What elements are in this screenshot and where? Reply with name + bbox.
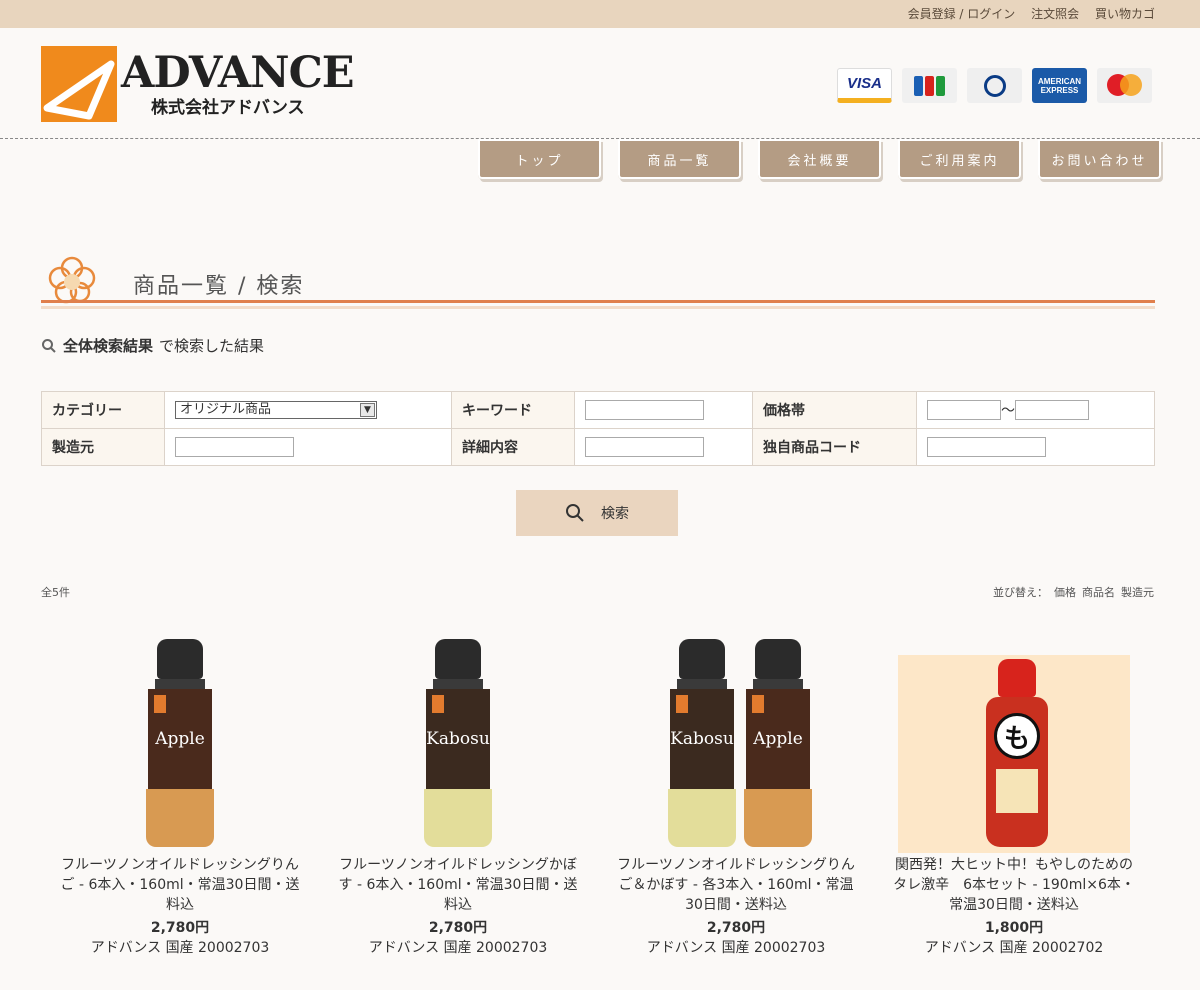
link-separator: / <box>959 7 964 21</box>
title-rule-light <box>41 306 1155 309</box>
result-count: 全5件 <box>41 586 70 599</box>
search-form: カテゴリー オリジナル商品 ▼ キーワード 価格帯 ～ 製造元 詳細内容 独自商… <box>41 391 1155 466</box>
amex-card-icon: AMERICAN EXPRESS <box>1032 68 1087 103</box>
nav-guide[interactable]: ご利用案内 <box>898 139 1021 179</box>
product-image-apple[interactable]: Apple <box>64 625 296 853</box>
product-meta: アドバンス 国産 20002703 <box>646 940 826 956</box>
product-name[interactable]: フルーツノンオイルドレッシングりんご - 6本入・160ml・常温30日間・送料… <box>55 855 305 915</box>
sort-maker-link[interactable]: 製造元 <box>1121 584 1154 600</box>
product-grid: Apple フルーツノンオイルドレッシングりんご - 6本入・160ml・常温3… <box>41 625 1155 957</box>
search-button-label: 検索 <box>601 506 629 522</box>
section-header: 商品一覧 / 検索 <box>41 254 1155 314</box>
product-name[interactable]: フルーツノンオイルドレッシングりんご＆かぼす - 各3本入・160ml・常温30… <box>611 855 861 915</box>
product-card[interactable]: も 関西発！大ヒット中！もやしのためのタレ激辛 6本セット - 190ml×6本… <box>875 625 1153 957</box>
category-value: オリジナル商品 <box>180 402 272 417</box>
product-meta: アドバンス 国産 20002703 <box>368 940 548 956</box>
bottle-label-mo: も <box>994 713 1040 759</box>
product-name[interactable]: フルーツノンオイルドレッシングかぼす - 6本入・160ml・常温30日間・送料… <box>333 855 583 915</box>
sort-name-link[interactable]: 商品名 <box>1082 584 1115 600</box>
price-max-input[interactable] <box>1015 400 1089 420</box>
jcb-card-icon <box>902 68 957 103</box>
keyword-input[interactable] <box>585 400 704 420</box>
top-links: 会員登録 / ログイン 注文照会 買い物カゴ <box>908 5 1155 22</box>
product-image-moyashi-sauce[interactable]: も <box>898 625 1130 853</box>
sort-options: 並び替え： 価格 商品名 製造元 <box>993 584 1154 600</box>
nav-products[interactable]: 商品一覧 <box>618 139 741 179</box>
product-price: 2,780円 <box>428 920 488 936</box>
category-label: カテゴリー <box>41 391 165 429</box>
result-suffix: で検索した結果 <box>159 337 265 355</box>
price-label: 価格帯 <box>752 391 917 429</box>
nav-contact[interactable]: お問い合わせ <box>1038 139 1161 179</box>
top-utility-bar: 会員登録 / ログイン 注文照会 買い物カゴ <box>0 0 1200 28</box>
keyword-label: キーワード <box>451 391 575 429</box>
visa-card-icon: VISA <box>837 68 892 103</box>
price-separator: ～ <box>1001 403 1015 419</box>
product-name[interactable]: 関西発！大ヒット中！もやしのためのタレ激辛 6本セット - 190ml×6本・常… <box>889 855 1139 915</box>
sort-price-link[interactable]: 価格 <box>1054 584 1076 600</box>
bottle-label-apple: Apple <box>155 729 205 749</box>
bottle-label-kabosu: Kabosu <box>670 729 734 749</box>
search-result-summary: 全体検索結果 で検索した結果 <box>41 335 264 356</box>
product-card[interactable]: Kabosu Apple フルーツノンオイルドレッシングりんご＆かぼす - 各3… <box>597 625 875 957</box>
detail-input[interactable] <box>585 437 704 457</box>
product-image-kabosu[interactable]: Kabosu <box>342 625 574 853</box>
detail-label: 詳細内容 <box>451 428 575 466</box>
product-price: 2,780円 <box>706 920 766 936</box>
nav-top[interactable]: トップ <box>478 139 601 179</box>
price-min-input[interactable] <box>927 400 1001 420</box>
search-icon <box>42 338 56 353</box>
product-code-label: 独自商品コード <box>752 428 917 466</box>
maker-input[interactable] <box>175 437 294 457</box>
search-button[interactable]: 検索 <box>516 490 678 536</box>
product-meta: アドバンス 国産 20002702 <box>924 940 1104 956</box>
product-meta: アドバンス 国産 20002703 <box>90 940 270 956</box>
login-link[interactable]: ログイン <box>967 7 1015 21</box>
result-query: 全体検索結果 <box>63 337 154 355</box>
mastercard-icon <box>1097 68 1152 103</box>
sort-label: 並び替え： <box>993 586 1048 599</box>
search-icon <box>566 504 584 522</box>
logo-mark-icon <box>41 46 117 122</box>
order-inquiry-link[interactable]: 注文照会 <box>1031 5 1079 22</box>
category-select[interactable]: オリジナル商品 ▼ <box>175 401 377 419</box>
product-image-kabosu-apple[interactable]: Kabosu Apple <box>620 625 852 853</box>
maker-label: 製造元 <box>41 428 165 466</box>
page-title: 商品一覧 / 検索 <box>133 274 305 299</box>
bottle-label-kabosu: Kabosu <box>426 729 490 749</box>
product-price: 1,800円 <box>984 920 1044 936</box>
chevron-down-icon: ▼ <box>360 403 375 417</box>
cart-link[interactable]: 買い物カゴ <box>1095 5 1155 22</box>
nav-company[interactable]: 会社概要 <box>758 139 881 179</box>
flower-icon <box>48 256 96 304</box>
product-code-input[interactable] <box>927 437 1046 457</box>
logo-text-jp: 株式会社アドバンス <box>151 97 305 118</box>
product-price: 2,780円 <box>150 920 210 936</box>
title-rule <box>41 300 1155 303</box>
diners-card-icon <box>967 68 1022 103</box>
payment-cards: VISA AMERICAN EXPRESS <box>837 68 1152 103</box>
register-link[interactable]: 会員登録 <box>908 7 956 21</box>
logo-text-en: ADVANCE <box>121 47 355 98</box>
product-card[interactable]: Apple フルーツノンオイルドレッシングりんご - 6本入・160ml・常温3… <box>41 625 319 957</box>
site-logo[interactable]: ADVANCE 株式会社アドバンス <box>41 46 355 122</box>
main-nav: トップ 商品一覧 会社概要 ご利用案内 お問い合わせ <box>478 139 1161 179</box>
bottle-label-apple: Apple <box>753 729 803 749</box>
product-card[interactable]: Kabosu フルーツノンオイルドレッシングかぼす - 6本入・160ml・常温… <box>319 625 597 957</box>
